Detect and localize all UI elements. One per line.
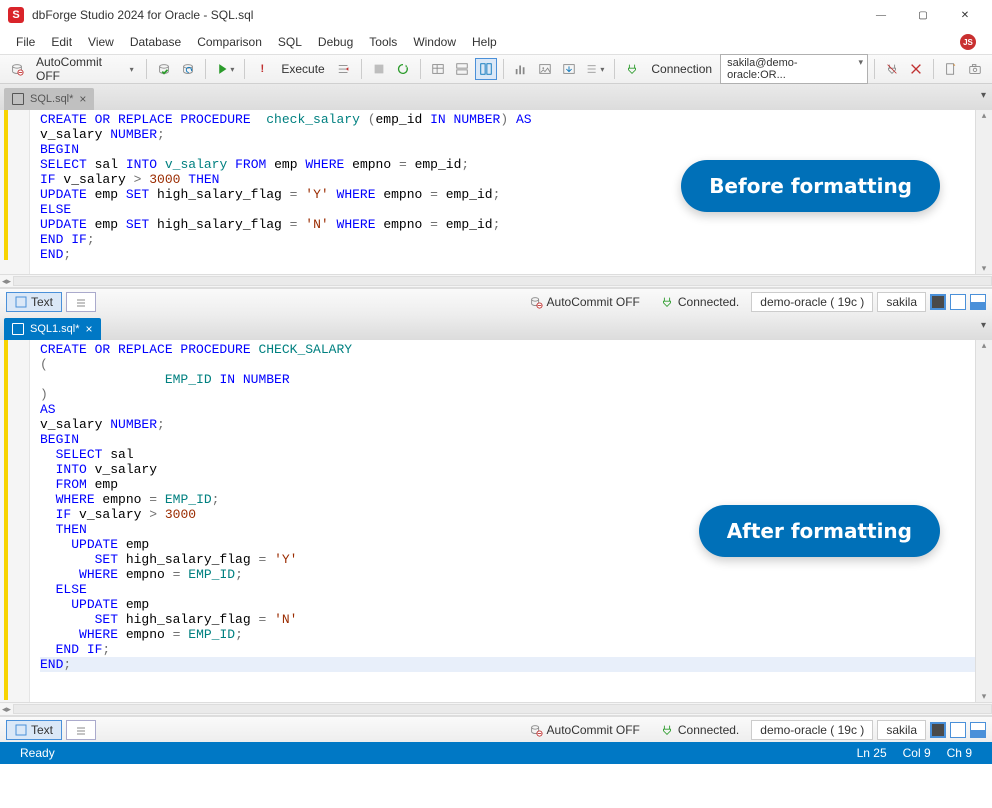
tab-label: SQL1.sql*	[30, 323, 80, 335]
menu-sql[interactable]: SQL	[270, 32, 310, 52]
layout-split-icon[interactable]	[970, 722, 986, 738]
more-options-button[interactable]: ▾	[582, 58, 609, 80]
window-title: dbForge Studio 2024 for Oracle - SQL.sql	[32, 8, 862, 22]
execute-warning-icon[interactable]: !	[251, 58, 273, 80]
connection-status: Connected.	[652, 292, 747, 312]
snapshot-button[interactable]	[964, 58, 986, 80]
main-toolbar: AutoCommit OFF▾ ▾ ! Execute ▾ Connection…	[0, 54, 992, 84]
status-ch: Ch 9	[947, 746, 972, 760]
menu-tools[interactable]: Tools	[361, 32, 405, 52]
close-button[interactable]: ✕	[946, 4, 984, 26]
autocommit-status: AutoCommit OFF	[521, 292, 648, 312]
menu-database[interactable]: Database	[122, 32, 189, 52]
text-view-button[interactable]: Text	[6, 292, 62, 312]
new-query-button[interactable]	[940, 58, 962, 80]
tab-label: SQL.sql*	[30, 93, 73, 105]
connection-combo[interactable]: sakila@demo-oracle:OR...	[720, 54, 868, 84]
export-button[interactable]	[558, 58, 580, 80]
status-col: Col 9	[903, 746, 931, 760]
menu-edit[interactable]: Edit	[43, 32, 80, 52]
app-icon: S	[8, 7, 24, 23]
layout-split-icon[interactable]	[970, 294, 986, 310]
menu-file[interactable]: File	[8, 32, 43, 52]
menu-comparison[interactable]: Comparison	[189, 32, 270, 52]
rollback-button[interactable]	[177, 58, 199, 80]
autocommit-status: AutoCommit OFF	[521, 720, 648, 740]
refresh-button[interactable]	[392, 58, 414, 80]
chart-button-1[interactable]	[510, 58, 532, 80]
run-button[interactable]: ▾	[212, 58, 239, 80]
change-marker	[4, 110, 8, 260]
execute-to-cursor-button[interactable]	[333, 58, 355, 80]
layout-dark-icon[interactable]	[930, 722, 946, 738]
menu-help[interactable]: Help	[464, 32, 505, 52]
tab-close-button[interactable]: ×	[79, 93, 86, 105]
menu-debug[interactable]: Debug	[310, 32, 361, 52]
editor-statusbar-2: Text AutoCommit OFF Connected. demo-orac…	[0, 716, 992, 742]
execute-button[interactable]: Execute	[275, 62, 330, 76]
callout-after: After formatting	[699, 505, 940, 557]
layout-light-icon[interactable]	[950, 294, 966, 310]
editor-pane-1[interactable]: CREATE OR REPLACE PROCEDURE check_salary…	[0, 110, 992, 274]
schema-status[interactable]: sakila	[877, 720, 926, 740]
tab-overflow-button[interactable]: ▾	[981, 320, 986, 331]
stop-button[interactable]	[368, 58, 390, 80]
document-tabstrip-1: SQL.sql* × ▾	[0, 84, 992, 110]
editor-pane-2[interactable]: CREATE OR REPLACE PROCEDURE CHECK_SALARY…	[0, 340, 992, 702]
connection-icon[interactable]	[621, 58, 643, 80]
server-status[interactable]: demo-oracle ( 19c )	[751, 292, 873, 312]
app-statusbar: Ready Ln 25 Col 9 Ch 9	[0, 742, 992, 764]
maximize-button[interactable]: ▢	[904, 4, 942, 26]
menubar: File Edit View Database Comparison SQL D…	[0, 30, 992, 54]
layout-light-icon[interactable]	[950, 722, 966, 738]
document-tabstrip-2: SQL1.sql* × ▾	[0, 314, 992, 340]
connection-label: Connection	[645, 62, 718, 76]
document-icon	[12, 93, 24, 105]
notification-badge-icon[interactable]: JS	[960, 34, 976, 50]
connection-status: Connected.	[652, 720, 747, 740]
layout-dark-icon[interactable]	[930, 294, 946, 310]
card-view-button[interactable]	[451, 58, 473, 80]
menu-window[interactable]: Window	[405, 32, 464, 52]
pivot-view-button[interactable]	[475, 58, 497, 80]
menu-view[interactable]: View	[80, 32, 122, 52]
image-view-button[interactable]	[534, 58, 556, 80]
callout-before: Before formatting	[681, 160, 940, 212]
vertical-scrollbar[interactable]	[975, 110, 992, 274]
titlebar: S dbForge Studio 2024 for Oracle - SQL.s…	[0, 0, 992, 30]
view-mode-button[interactable]	[66, 720, 96, 740]
autocommit-toggle[interactable]: AutoCommit OFF▾	[30, 55, 140, 83]
tab-close-button[interactable]: ×	[86, 323, 93, 335]
commit-button[interactable]	[153, 58, 175, 80]
schema-status[interactable]: sakila	[877, 292, 926, 312]
table-view-button[interactable]	[427, 58, 449, 80]
transaction-mode-button[interactable]	[6, 58, 28, 80]
disconnect-button[interactable]	[881, 58, 903, 80]
status-line: Ln 25	[857, 746, 887, 760]
vertical-scrollbar[interactable]	[975, 340, 992, 702]
horizontal-scroll-1[interactable]: ◂▸	[0, 274, 992, 288]
editor-statusbar-1: Text AutoCommit OFF Connected. demo-orac…	[0, 288, 992, 314]
view-mode-button[interactable]	[66, 292, 96, 312]
tab-sql[interactable]: SQL.sql* ×	[4, 88, 94, 110]
minimize-button[interactable]: —	[862, 4, 900, 26]
text-view-button[interactable]: Text	[6, 720, 62, 740]
tab-overflow-button[interactable]: ▾	[981, 90, 986, 101]
server-status[interactable]: demo-oracle ( 19c )	[751, 720, 873, 740]
tab-sql1[interactable]: SQL1.sql* ×	[4, 318, 101, 340]
horizontal-scroll-2[interactable]: ◂▸	[0, 702, 992, 716]
close-connection-button[interactable]	[905, 58, 927, 80]
document-icon	[12, 323, 24, 335]
status-ready: Ready	[20, 746, 55, 760]
change-marker	[4, 340, 8, 700]
